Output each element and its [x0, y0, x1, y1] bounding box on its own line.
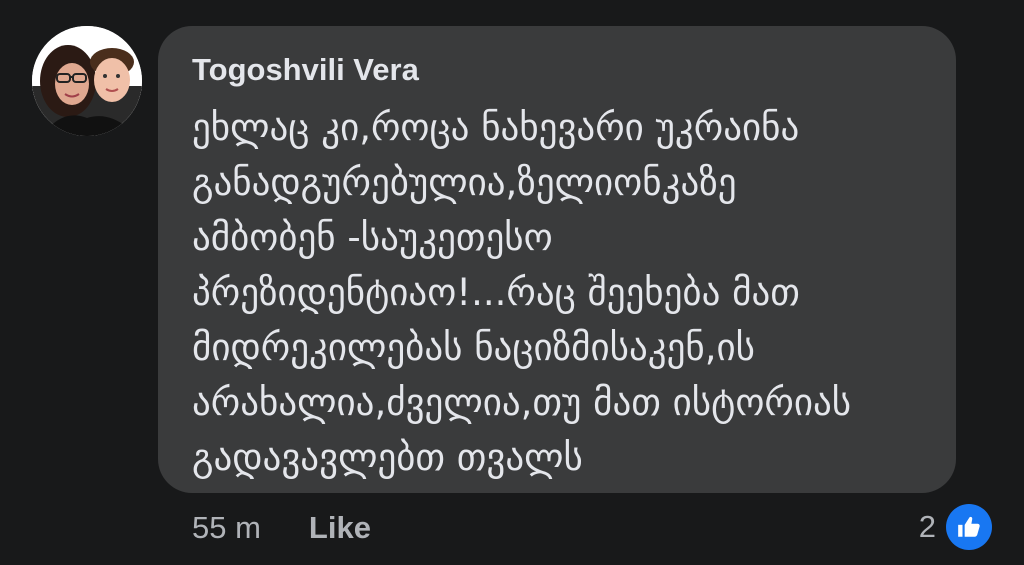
comment-view: Togoshvili Vera ეხლაც კი,როცა ნახევარი უ… [0, 0, 1024, 565]
comment-line: ამბობენ -საუკეთესო [192, 216, 553, 259]
comment-line: განადგურებულია,ზელიონკაზე [192, 161, 737, 204]
comment-author[interactable]: Togoshvili Vera [192, 52, 926, 88]
comment-line: არახალია,ძველია,თუ მათ ისტორიას [192, 381, 852, 424]
comment-timestamp[interactable]: 55 m [192, 510, 261, 546]
avatar-photo [32, 26, 142, 136]
avatar[interactable] [32, 26, 142, 136]
comment-line: გადავავლებთ თვალს [192, 436, 583, 479]
reaction-count: 2 [918, 509, 936, 544]
comment-text: ეხლაც კი,როცა ნახევარი უკრაინა განადგურე… [192, 100, 926, 485]
like-button[interactable]: Like [309, 510, 371, 546]
comment-line: პრეზიდენტიაო!...რაც შეეხება მათ [192, 271, 800, 314]
comment-actions: 55 m Like [192, 508, 371, 548]
comment-line: მიდრეკილებას ნაციზმისაკენ,ის [192, 326, 755, 369]
comment-bubble: Togoshvili Vera ეხლაც კი,როცა ნახევარი უ… [158, 26, 956, 493]
reaction-summary[interactable]: 2 [919, 503, 992, 551]
thumbs-up-icon [946, 504, 992, 550]
comment-line: ეხლაც კი,როცა ნახევარი უკრაინა [192, 106, 800, 149]
